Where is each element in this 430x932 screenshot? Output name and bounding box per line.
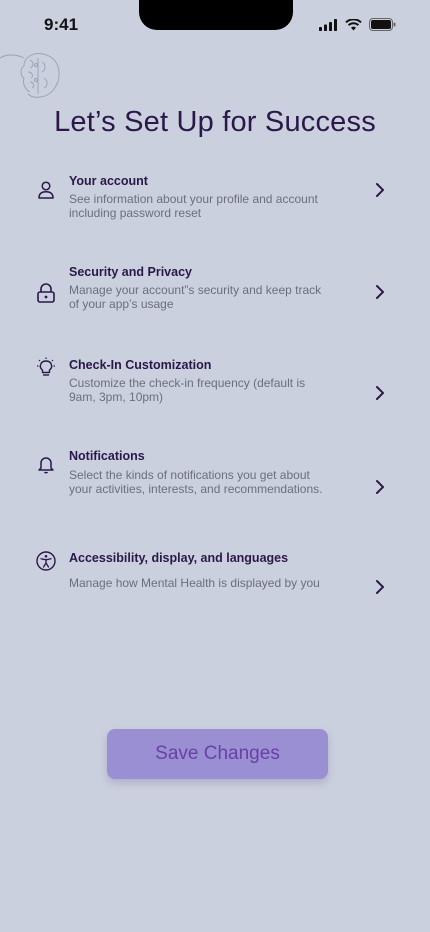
battery-icon: [369, 18, 396, 31]
settings-item-title: Accessibility, display, and languages: [69, 551, 289, 565]
save-changes-button[interactable]: Save Changes: [107, 729, 328, 779]
status-time: 9:41: [44, 15, 79, 34]
settings-item-title: Check-In Customization: [69, 358, 212, 372]
user-icon: [38, 181, 54, 199]
settings-item-title: Security and Privacy: [69, 265, 192, 279]
lightbulb-icon: [37, 357, 55, 376]
status-icons: [319, 18, 396, 31]
settings-item-title: Notifications: [69, 449, 145, 463]
settings-item-description: Manage your account”s security and keep …: [69, 283, 322, 311]
settings-item-account[interactable]: Your account See information about your …: [0, 170, 430, 230]
page-title: Let’s Set Up for Success: [54, 106, 376, 138]
brain-logo-icon: [0, 53, 60, 98]
settings-item-checkin[interactable]: Check-In Customization Customize the che…: [0, 355, 430, 415]
settings-item-description: Customize the check-in frequency (defaul…: [69, 376, 306, 404]
status-bar: 9:41: [0, 0, 430, 50]
lock-icon: [37, 283, 55, 303]
chevron-right-icon[interactable]: [372, 284, 388, 300]
cellular-signal-icon: [319, 18, 337, 31]
chevron-right-icon[interactable]: [372, 385, 388, 401]
settings-item-notifications[interactable]: Notifications Select the kinds of notifi…: [0, 447, 430, 517]
settings-item-title: Your account: [69, 174, 148, 188]
settings-item-accessibility[interactable]: Accessibility, display, and languages Ma…: [0, 548, 430, 608]
settings-item-description: Manage how Mental Health is displayed by…: [69, 576, 320, 590]
device-notch: [139, 0, 293, 30]
chevron-right-icon[interactable]: [372, 182, 388, 198]
settings-item-description: See information about your profile and a…: [69, 192, 318, 220]
settings-item-security[interactable]: Security and Privacy Manage your account…: [0, 262, 430, 322]
chevron-right-icon[interactable]: [372, 479, 388, 495]
chevron-right-icon[interactable]: [372, 579, 388, 595]
settings-item-description: Select the kinds of notifications you ge…: [69, 468, 323, 496]
accessibility-icon: [36, 551, 56, 571]
bell-icon: [38, 457, 54, 474]
wifi-icon: [345, 18, 362, 30]
